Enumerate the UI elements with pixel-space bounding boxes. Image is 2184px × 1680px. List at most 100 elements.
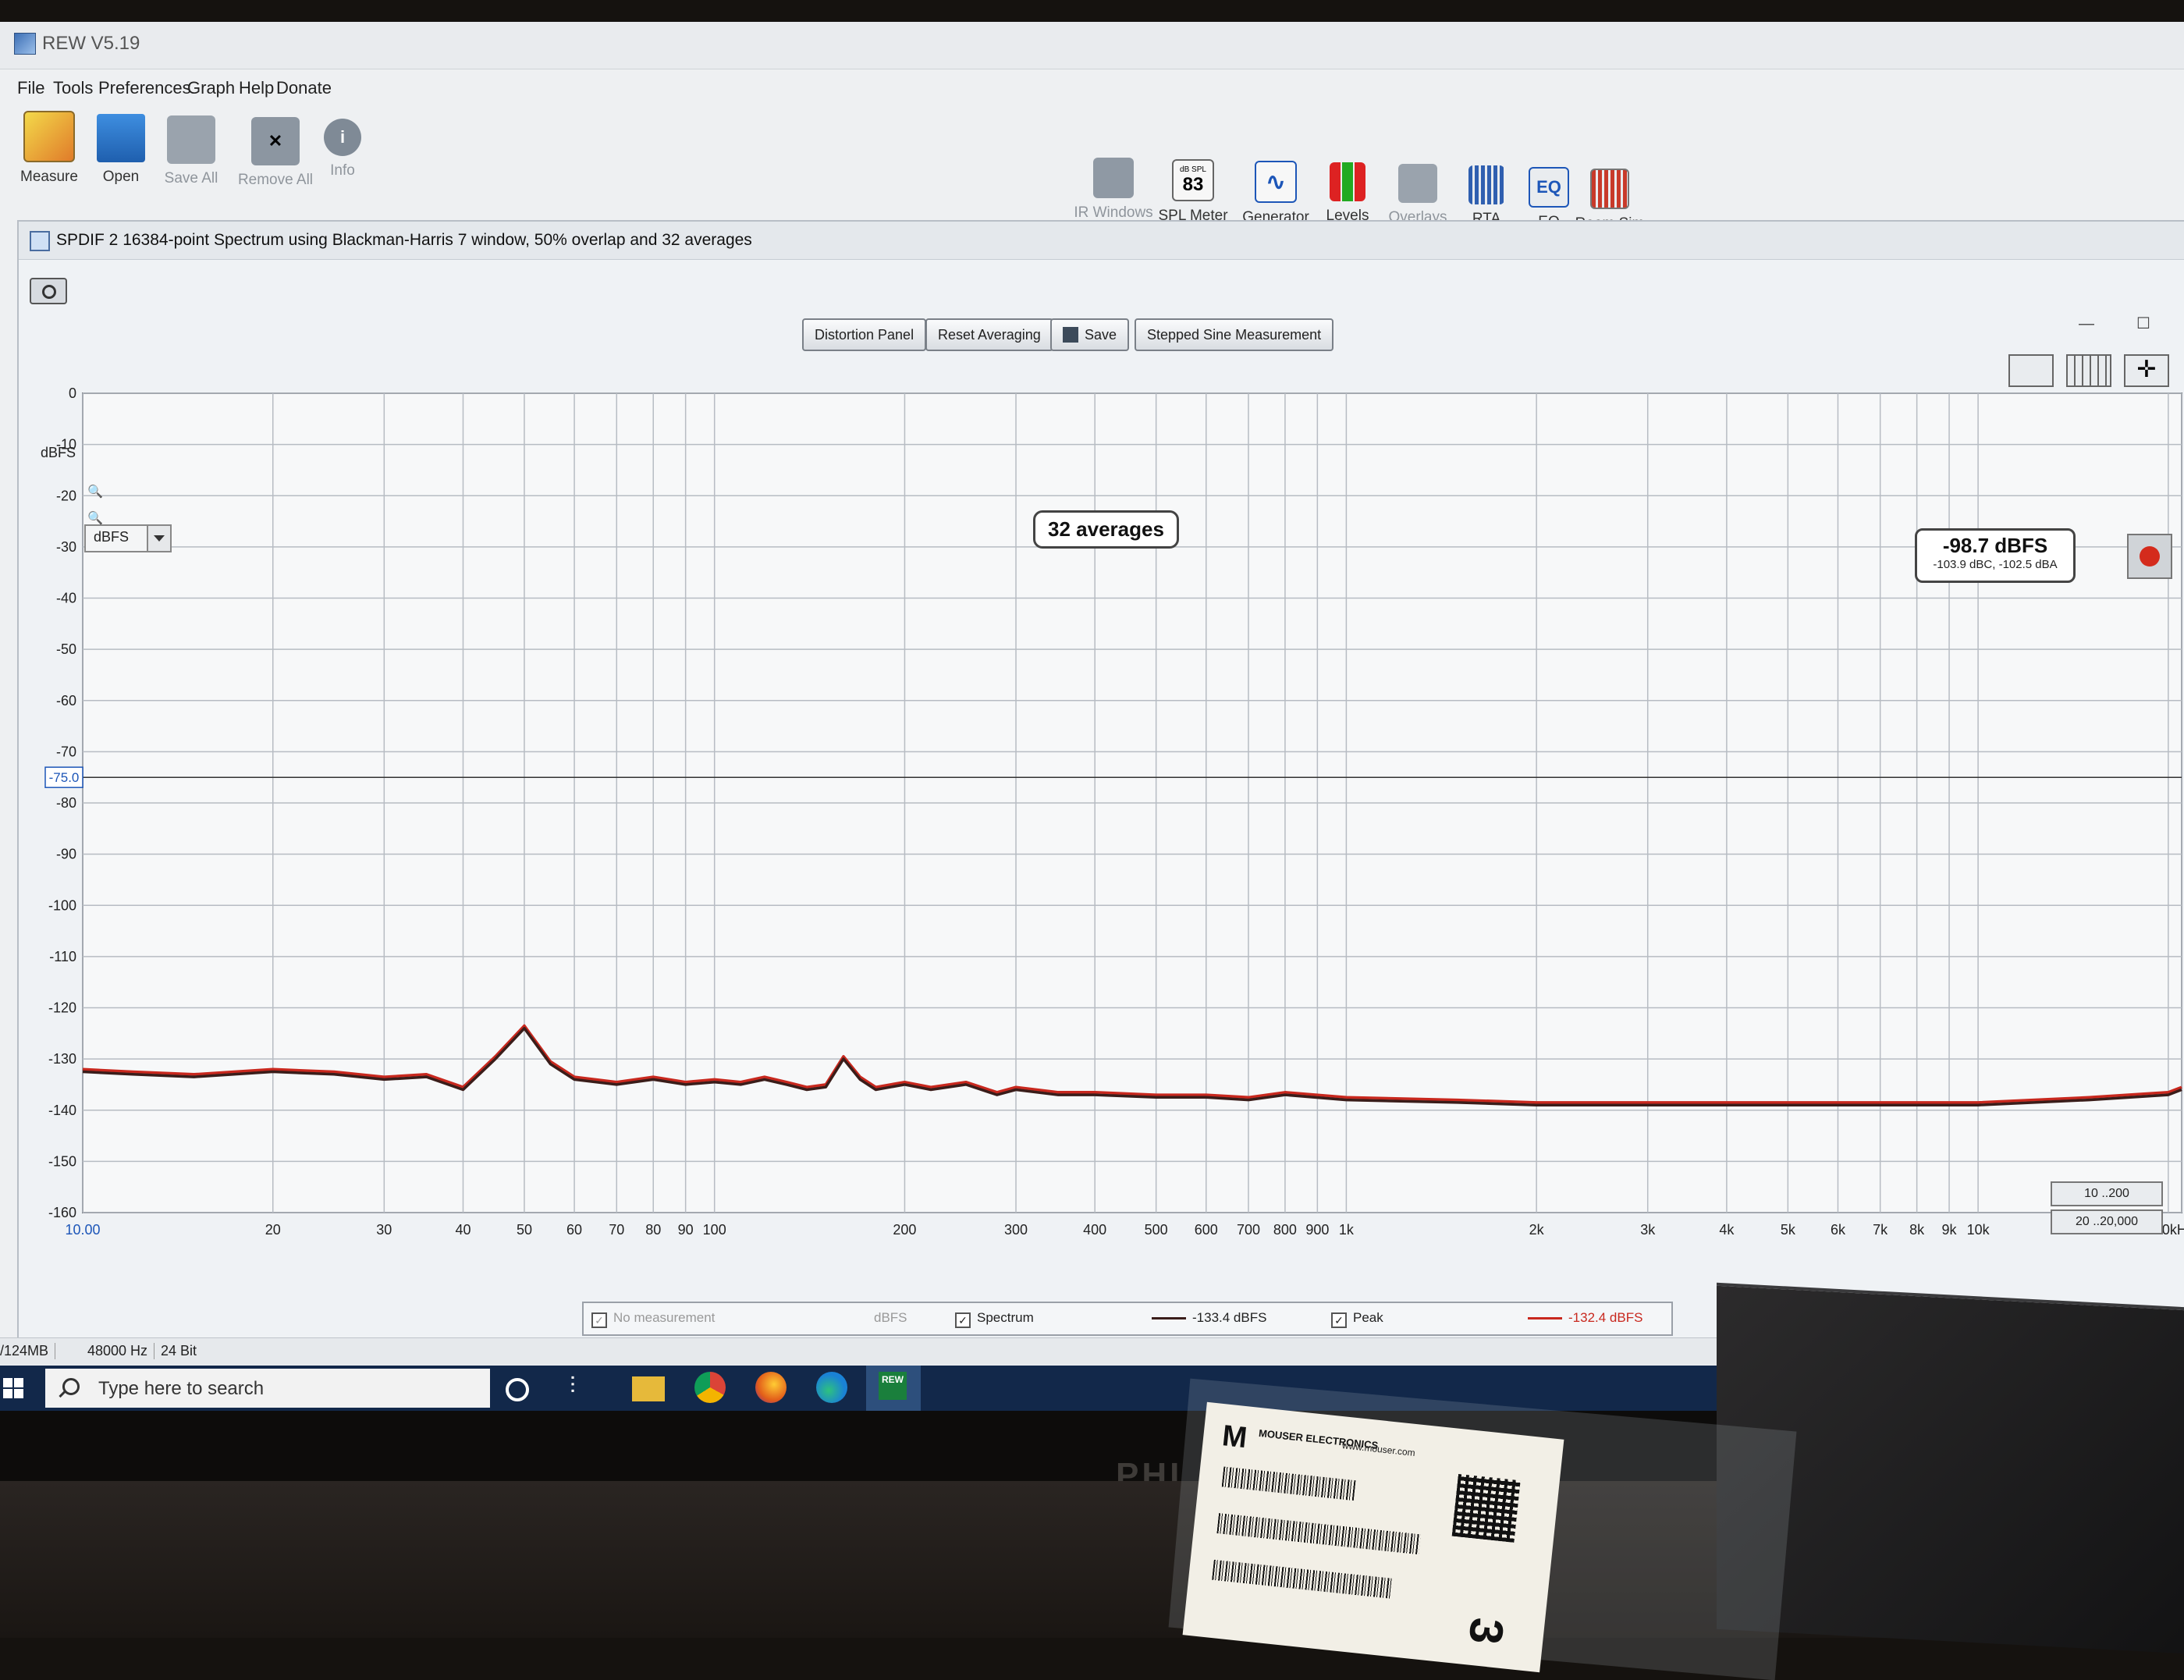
legend-spectrum[interactable]: ✓ Spectrum (955, 1310, 1034, 1328)
cortana-icon[interactable] (506, 1378, 529, 1401)
menu-bar: File Tools Preferences Graph Help Donate (0, 72, 2184, 103)
barcode (1221, 1466, 1356, 1501)
zoom-in-icon[interactable]: 🔍 (87, 484, 106, 503)
spectrum-plot[interactable]: dBFS 0 -10 -20 -30 -40 -50 -60 -70 -80 -90 -100 -11… (19, 339, 2184, 1275)
measure-icon (23, 111, 75, 162)
overlays-icon (1398, 164, 1437, 203)
rta-icon (1468, 165, 1504, 204)
windows-start-icon[interactable] (3, 1378, 23, 1398)
cursor-value-label: -75.0 (49, 770, 80, 785)
menu-donate[interactable]: Donate (276, 78, 332, 98)
spectrum-value: -133.4 dBFS (1192, 1310, 1267, 1325)
folder-icon (97, 114, 145, 162)
x-tick-label: 70 (609, 1222, 624, 1238)
chrome-icon[interactable] (694, 1372, 726, 1403)
save-all-button[interactable]: Save All (148, 115, 234, 187)
bit-depth-status: 24 Bit (161, 1343, 197, 1359)
task-view-icon[interactable]: ⫶ (570, 1373, 602, 1406)
rta-window-title: SPDIF 2 16384-point Spectrum using Black… (56, 231, 752, 249)
edge-icon[interactable] (816, 1372, 847, 1403)
x-tick-label: 10.00 (65, 1222, 100, 1238)
remove-icon: ✕ (251, 117, 300, 165)
menu-file[interactable]: File (17, 78, 44, 98)
x-tick-label: 60 (566, 1222, 582, 1238)
peak-swatch (1528, 1310, 1562, 1326)
rew-icon: REW (879, 1372, 907, 1400)
x-tick-label: 1k (1339, 1222, 1355, 1238)
peak-label: Peak (1353, 1310, 1383, 1325)
y-tick-label: -50 (56, 641, 76, 657)
save-all-label: Save All (164, 170, 218, 186)
x-tick-label: 20 (265, 1222, 281, 1238)
menu-tools[interactable]: Tools (53, 78, 93, 98)
ir-windows-button[interactable]: IR Windows (1071, 158, 1156, 222)
generator-icon: ∿ (1255, 161, 1297, 203)
x-tick-label: 800 (1273, 1222, 1297, 1238)
y-tick-label: -140 (48, 1103, 76, 1118)
label-url: www.mouser.com (1341, 1440, 1416, 1458)
menu-help[interactable]: Help (239, 78, 274, 98)
x-tick-label: 50 (517, 1222, 532, 1238)
rew-taskbar-button[interactable]: REW (866, 1366, 921, 1411)
spl-value: 83 (1182, 173, 1204, 195)
info-button[interactable]: i Info (300, 119, 385, 179)
x-tick-label: 90 (678, 1222, 694, 1238)
barcode (1212, 1559, 1393, 1599)
y-tick-label: -110 (49, 949, 76, 964)
legend-no-measurement[interactable]: ✓ No measurement (591, 1310, 715, 1328)
zoom-out-icon[interactable]: 🔍 (87, 510, 106, 529)
minimize-icon[interactable]: — (2079, 315, 2094, 333)
x-tick-label: 6k (1831, 1222, 1846, 1238)
x-tick-label: 700 (1237, 1222, 1260, 1238)
info-icon: i (324, 119, 361, 156)
y-tick-label: -80 (56, 795, 76, 811)
firefox-icon[interactable] (755, 1372, 787, 1403)
maximize-icon[interactable]: ☐ (2136, 314, 2150, 333)
spectrum-swatch (1152, 1310, 1186, 1326)
y-tick-label: -40 (56, 591, 76, 606)
levels-icon (1330, 162, 1365, 201)
menu-preferences[interactable]: Preferences (98, 78, 191, 98)
menu-graph[interactable]: Graph (187, 78, 235, 98)
barcode (1216, 1513, 1421, 1555)
spl-meter-button[interactable]: dB SPL 83 SPL Meter (1150, 159, 1236, 225)
level-sub: -103.9 dBC, -102.5 dBA (1933, 558, 2058, 571)
x-tick-label: 80 (645, 1222, 661, 1238)
x-tick-label: 30 (376, 1222, 392, 1238)
shipping-label: M MOUSER ELECTRONICS www.mouser.com 3 (1182, 1401, 1564, 1673)
range-20-20000-button[interactable]: 20 ..20,000 (2051, 1209, 2163, 1234)
no-measurement-label: No measurement (613, 1310, 716, 1325)
search-placeholder: Type here to search (98, 1378, 265, 1399)
y-tick-label: -20 (56, 488, 76, 503)
averages-badge: 32 averages (1033, 510, 1179, 549)
memory-status: /124MB (0, 1343, 56, 1359)
taskbar-search[interactable]: Type here to search (45, 1369, 490, 1408)
x-tick-label: 9k (1942, 1222, 1958, 1238)
y-tick-label: -100 (48, 897, 76, 913)
level-main: -98.7 dBFS (1942, 534, 2048, 557)
window-icon (30, 231, 50, 251)
y-tick-label: -120 (48, 1000, 76, 1016)
x-tick-label: 100 (703, 1222, 726, 1238)
eq-icon: EQ (1529, 167, 1569, 208)
y-tick-label: -150 (48, 1153, 76, 1169)
y-tick-label: -70 (56, 744, 76, 759)
range-10-200-button[interactable]: 10 ..200 (2051, 1181, 2163, 1206)
qr-code (1451, 1473, 1521, 1543)
x-tick-label: 8k (1909, 1222, 1925, 1238)
search-icon (62, 1378, 80, 1395)
x-tick-label: 5k (1781, 1222, 1796, 1238)
y-tick-label: -60 (56, 693, 76, 709)
x-tick-label: 900 (1305, 1222, 1329, 1238)
no-measurement-unit: dBFS (874, 1310, 907, 1325)
camera-icon[interactable] (30, 278, 67, 304)
x-tick-label: 7k (1873, 1222, 1888, 1238)
legend-peak[interactable]: ✓ Peak (1331, 1310, 1383, 1328)
file-explorer-icon[interactable] (632, 1376, 665, 1401)
x-tick-label: 4k (1719, 1222, 1735, 1238)
record-button[interactable] (2127, 534, 2172, 579)
spl-caption: dB SPL (1180, 165, 1206, 174)
y-tick-label: -90 (56, 847, 76, 862)
spl-meter-icon: dB SPL 83 (1172, 159, 1214, 201)
peak-value: -132.4 dBFS (1568, 1310, 1643, 1325)
